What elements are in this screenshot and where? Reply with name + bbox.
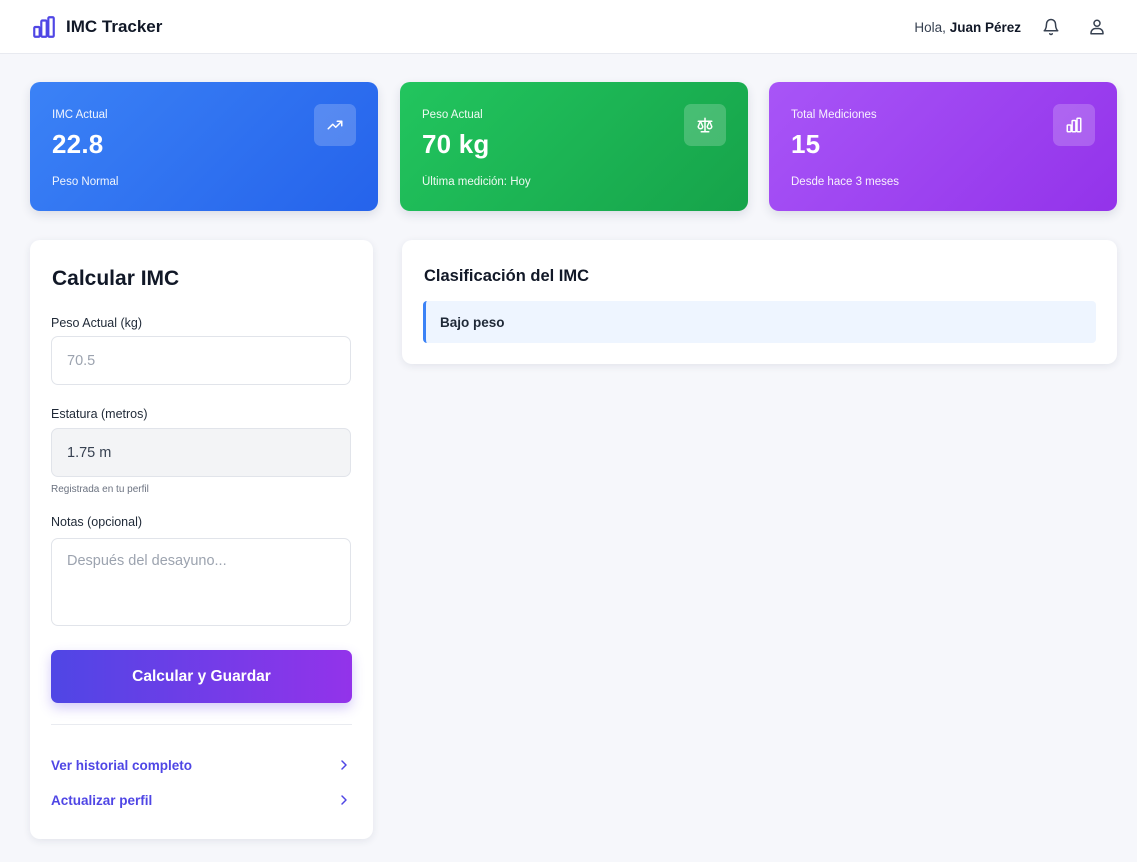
bell-icon (1043, 18, 1059, 36)
user-name: Juan Pérez (949, 19, 1021, 35)
update-profile-link[interactable]: Actualizar perfil (51, 789, 352, 811)
user-greeting: Hola, Juan Pérez (914, 20, 1021, 35)
stat-subtitle: Desde hace 3 meses (791, 176, 900, 188)
stat-label: IMC Actual (52, 109, 108, 121)
notifications-button[interactable] (1039, 15, 1063, 39)
chevron-right-icon (341, 760, 347, 770)
stat-card-measurements: Total Mediciones 15 Desde hace 3 meses (769, 82, 1117, 211)
app-name: IMC Tracker (66, 17, 163, 36)
height-hint: Registrada en tu perfil (51, 484, 149, 495)
brand[interactable]: IMC Tracker (31, 14, 162, 40)
height-field: 1.75 m (51, 428, 351, 477)
chevron-right-icon (341, 795, 347, 805)
user-area: Hola, Juan Pérez (914, 14, 1109, 40)
classification-item: Bajo peso (423, 301, 1096, 343)
height-label: Estatura (metros) (51, 407, 148, 421)
user-icon (1090, 19, 1104, 35)
classification-panel: Clasificación del IMC Bajo peso (402, 240, 1117, 364)
history-link-label: Ver historial completo (51, 757, 193, 773)
stat-subtitle: Última medición: Hoy (422, 176, 531, 188)
calculator-title: Calcular IMC (52, 267, 180, 290)
stat-icon-box (684, 104, 726, 146)
scale-icon (697, 117, 713, 133)
top-bar: IMC Tracker Hola, Juan Pérez (0, 0, 1137, 54)
bar-chart-logo-icon (33, 16, 55, 38)
stat-subtitle: Peso Normal (52, 176, 119, 188)
notes-textarea[interactable]: Después del desayuno... (51, 538, 351, 626)
weight-input[interactable]: 70.5 (51, 336, 351, 385)
stat-value: 70 kg (422, 129, 490, 159)
stat-label: Peso Actual (422, 109, 483, 121)
stat-value: 15 (791, 129, 821, 159)
calculator-panel: Calcular IMC Peso Actual (kg) 70.5 Estat… (30, 240, 373, 839)
stat-icon-box (1053, 104, 1095, 146)
history-link[interactable]: Ver historial completo (51, 754, 352, 776)
calculate-save-button[interactable]: Calcular y Guardar (51, 650, 352, 703)
trending-up-icon (327, 120, 343, 130)
update-profile-link-label: Actualizar perfil (51, 792, 153, 808)
divider (51, 724, 352, 725)
stat-label: Total Mediciones (791, 109, 877, 121)
weight-label: Peso Actual (kg) (51, 316, 143, 330)
stat-card-weight: Peso Actual 70 kg Última medición: Hoy (400, 82, 748, 211)
profile-button[interactable] (1085, 15, 1109, 39)
stat-icon-box (314, 104, 356, 146)
bar-chart-icon (1066, 117, 1082, 133)
notes-label: Notas (opcional) (51, 515, 143, 529)
greeting-prefix: Hola, (914, 19, 946, 35)
classification-title: Clasificación del IMC (424, 267, 590, 285)
stat-card-imc: IMC Actual 22.8 Peso Normal (30, 82, 378, 211)
stat-value: 22.8 (52, 129, 104, 159)
